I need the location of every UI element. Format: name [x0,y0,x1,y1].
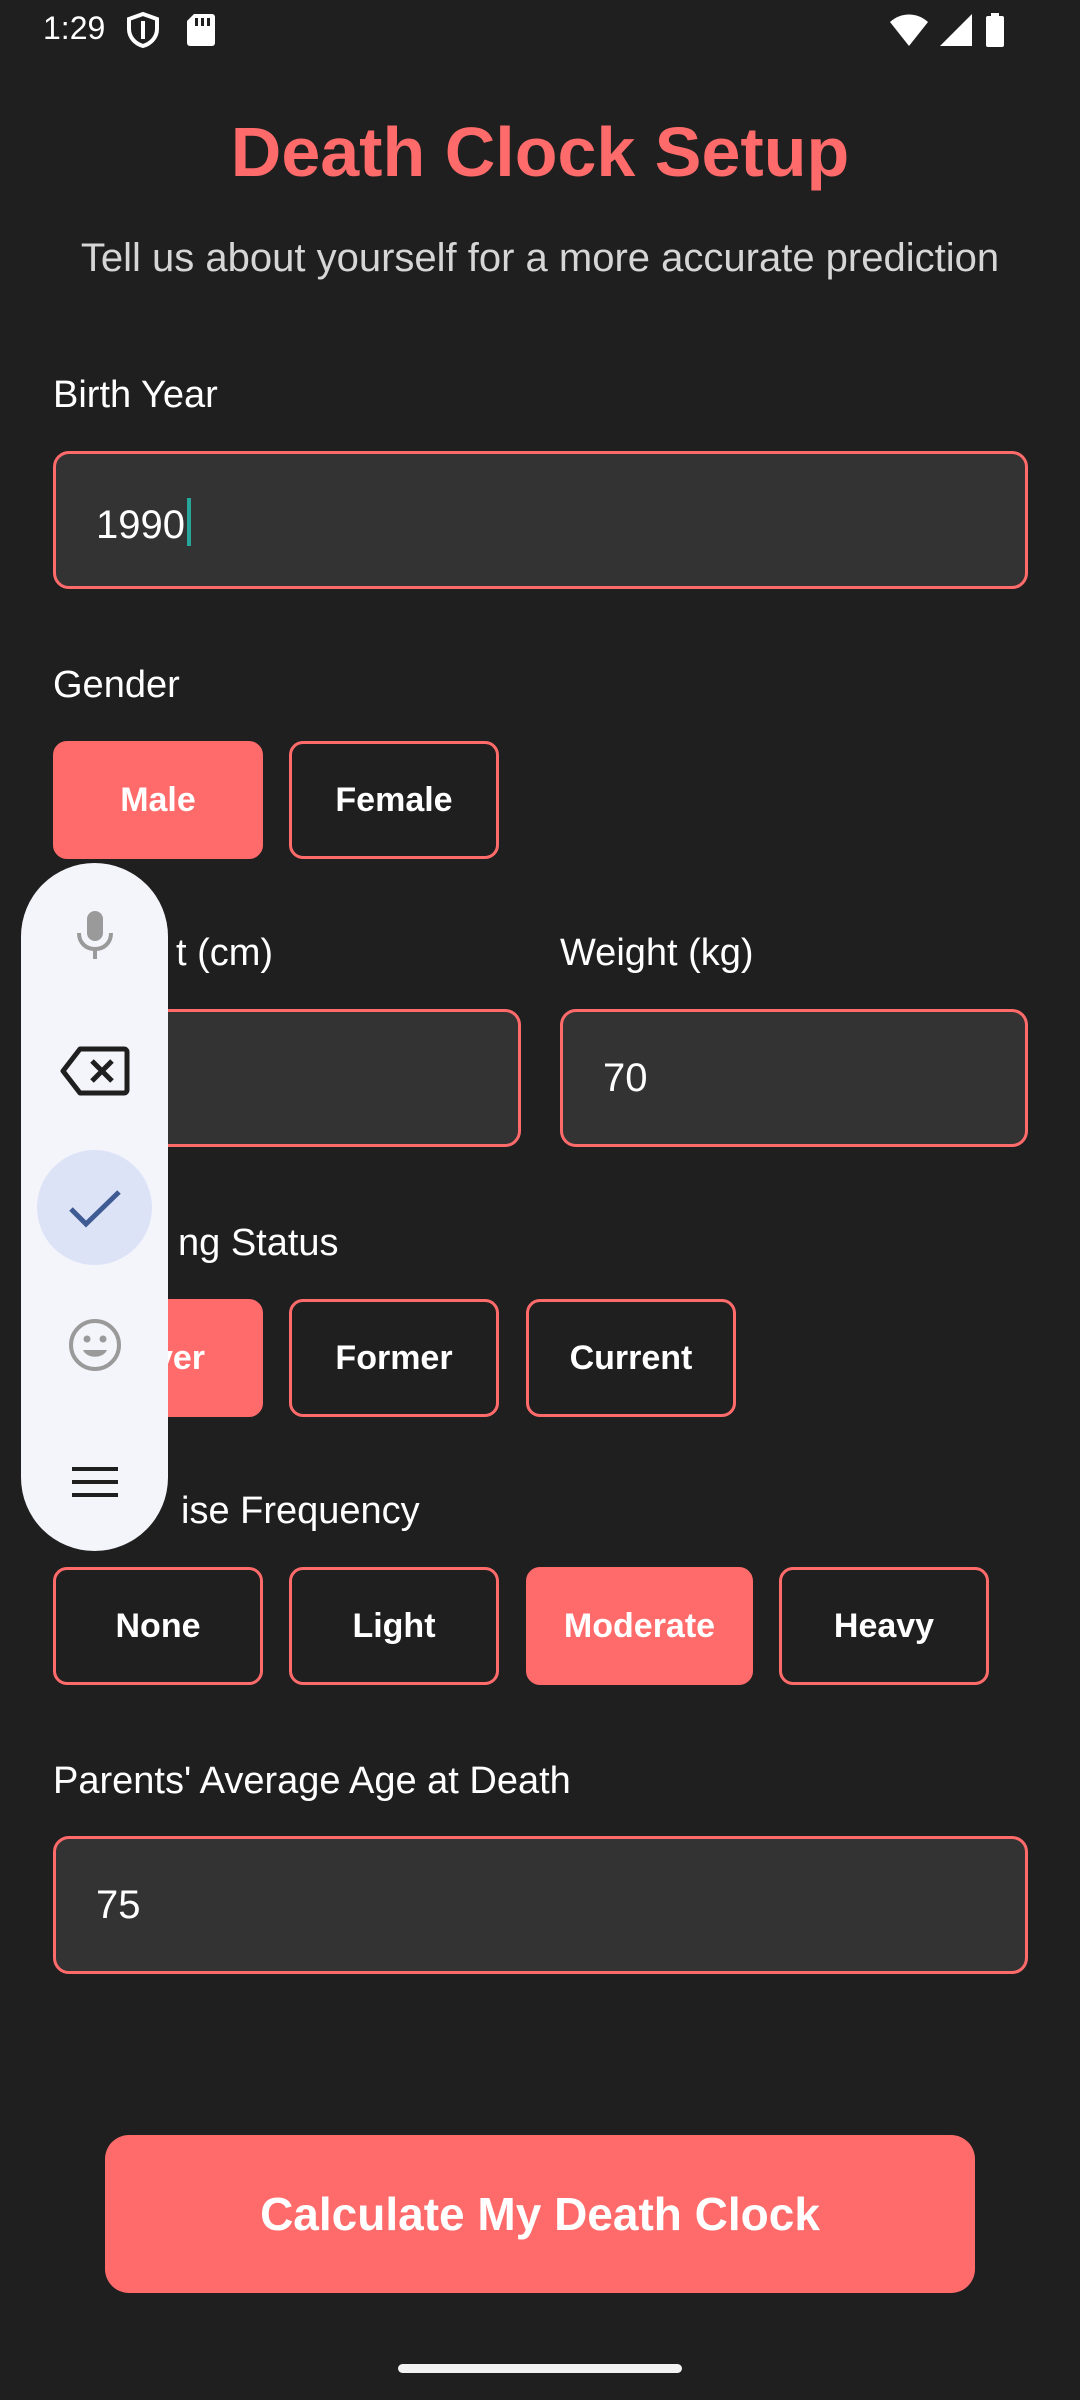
birth-year-value: 1990 [96,498,191,548]
wifi-icon [889,12,929,48]
weight-input[interactable]: 70 [560,1009,1028,1147]
weight-value: 70 [603,1056,648,1100]
calculate-button[interactable]: Calculate My Death Clock [105,2135,975,2293]
exercise-option-moderate[interactable]: Moderate [526,1567,753,1685]
check-icon[interactable] [37,1150,152,1265]
exercise-option-light[interactable]: Light [289,1567,499,1685]
parents-age-value: 75 [96,1883,141,1927]
smoking-option-former[interactable]: Former [289,1299,499,1417]
sd-card-icon [186,12,220,48]
smoking-option-current[interactable]: Current [526,1299,736,1417]
menu-icon[interactable] [37,1424,152,1539]
birth-year-input[interactable]: 1990 [53,451,1028,589]
signal-icon [938,12,974,48]
emoji-icon[interactable] [37,1287,152,1402]
weight-label: Weight (kg) [560,932,754,974]
microphone-icon[interactable] [37,877,152,992]
shield-icon [126,11,160,49]
height-label: t (cm) [176,932,274,974]
gender-label: Gender [53,664,180,706]
status-bar: 1:29 [0,0,1080,64]
parents-age-label: Parents' Average Age at Death [53,1760,571,1802]
exercise-option-heavy[interactable]: Heavy [779,1567,989,1685]
gender-option-female[interactable]: Female [289,741,499,859]
home-indicator[interactable] [398,2364,682,2373]
status-time: 1:29 [43,10,106,46]
smoking-label: ng Status [178,1222,339,1264]
page-subtitle: Tell us about yourself for a more accura… [80,236,1000,280]
parents-age-input[interactable]: 75 [53,1836,1028,1974]
battery-icon [985,12,1005,48]
backspace-icon[interactable] [37,1013,152,1128]
gender-option-male[interactable]: Male [53,741,263,859]
text-cursor [186,498,191,546]
keyboard-toolbar [21,863,168,1551]
page-title: Death Clock Setup [230,113,850,191]
birth-year-label: Birth Year [53,374,218,416]
exercise-option-none[interactable]: None [53,1567,263,1685]
exercise-label: ise Frequency [181,1490,420,1532]
